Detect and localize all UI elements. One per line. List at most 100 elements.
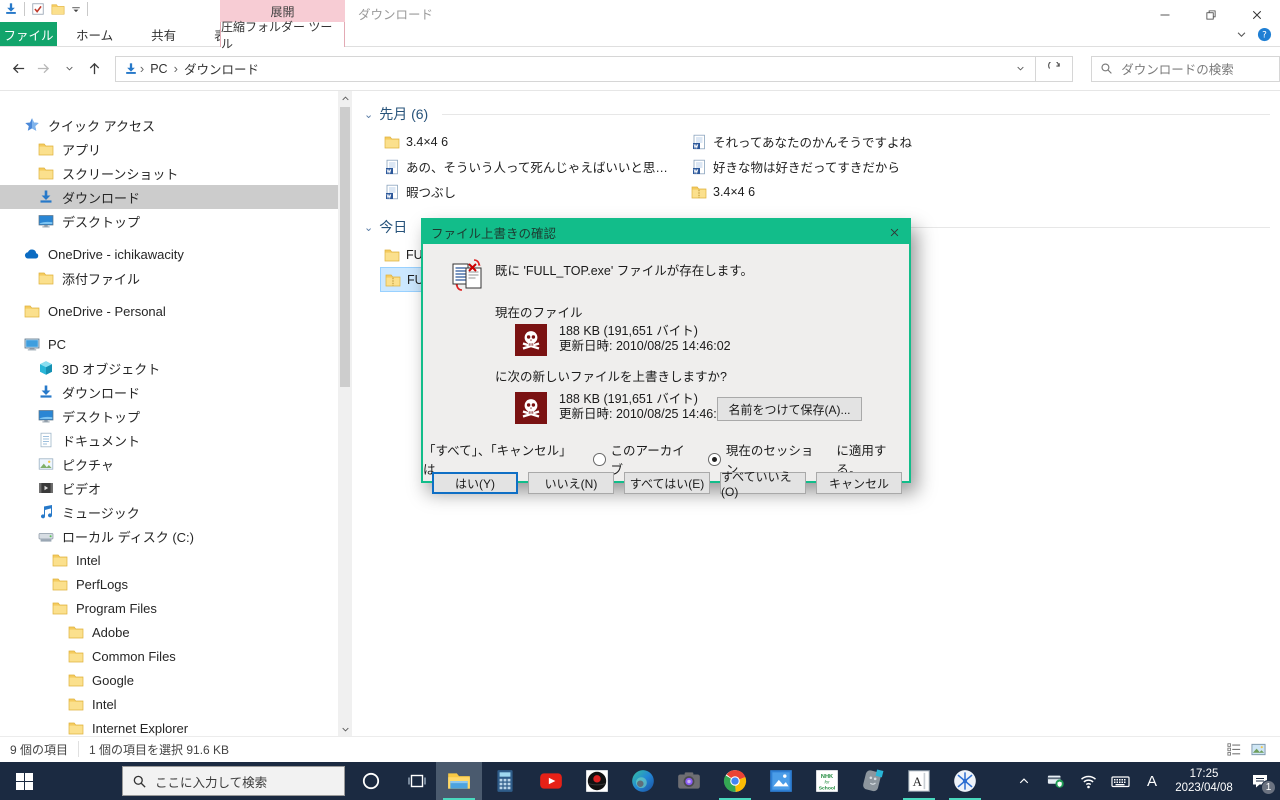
wifi-icon[interactable]: [1072, 762, 1104, 800]
taskbar-app-share[interactable]: [942, 762, 988, 800]
file-item[interactable]: 暇つぶし: [380, 179, 680, 204]
file-item[interactable]: 3.4×4 6: [380, 129, 680, 154]
tab-0[interactable]: ホーム: [57, 22, 132, 46]
dialog-button[interactable]: キャンセル: [816, 472, 902, 494]
tab-file[interactable]: ファイル: [0, 22, 57, 46]
taskbar-app-edge[interactable]: [620, 762, 666, 800]
sidebar-item[interactable]: Intel: [0, 692, 338, 716]
sidebar-item[interactable]: 添付ファイル: [0, 266, 338, 290]
sidebar-item[interactable]: ビデオ: [0, 476, 338, 500]
file-item[interactable]: 好きな物は好きだってすきだから: [687, 154, 987, 179]
sidebar-item[interactable]: スクリーンショット: [0, 161, 338, 185]
sidebar-item[interactable]: ドキュメント: [0, 428, 338, 452]
new-file-size: 188 KB (191,651 バイト): [559, 392, 731, 407]
sidebar-item[interactable]: PerfLogs: [0, 572, 338, 596]
cortana-button[interactable]: [348, 762, 394, 800]
address-bar[interactable]: › PC›ダウンロード: [115, 56, 1037, 82]
sidebar-item[interactable]: クイック アクセス: [0, 113, 338, 137]
titlebar: 展開 ダウンロード: [0, 0, 1280, 22]
taskbar-app-nhk[interactable]: NHKforSchool: [804, 762, 850, 800]
dialog-button[interactable]: すべてはい(E): [624, 472, 710, 494]
sidebar-item[interactable]: デスクトップ: [0, 404, 338, 428]
sidebar-scrollbar[interactable]: [338, 91, 352, 736]
taskbar-clock[interactable]: 17:25 2023/04/08: [1168, 767, 1240, 795]
sidebar-item[interactable]: ダウンロード: [0, 185, 338, 209]
taskbar-app-chrome[interactable]: [712, 762, 758, 800]
tray-overflow-chevron-icon[interactable]: [1008, 762, 1040, 800]
sidebar-item[interactable]: Intel: [0, 548, 338, 572]
taskbar-search-box[interactable]: ここに入力して検索: [122, 766, 345, 796]
sidebar-item[interactable]: ローカル ディスク (C:): [0, 524, 338, 548]
address-dropdown-icon[interactable]: [1016, 64, 1025, 73]
taskbar-app-clova[interactable]: [850, 762, 896, 800]
sidebar-item[interactable]: PC: [0, 332, 338, 356]
forward-button[interactable]: [31, 56, 56, 82]
ime-indicator[interactable]: A: [1136, 762, 1168, 800]
sidebar-item[interactable]: Adobe: [0, 620, 338, 644]
taskbar-app-camera[interactable]: [666, 762, 712, 800]
back-button[interactable]: [6, 56, 31, 82]
taskbar-app-sushi[interactable]: [574, 762, 620, 800]
clova-icon: [860, 768, 886, 794]
properties-icon[interactable]: [31, 2, 45, 16]
sidebar-item-label: 3D オブジェクト: [62, 359, 160, 378]
save-as-button[interactable]: 名前をつけて保存(A)...: [717, 397, 862, 421]
scroll-up-icon[interactable]: [338, 91, 352, 105]
sidebar-item[interactable]: ミュージック: [0, 500, 338, 524]
sidebar-item[interactable]: Common Files: [0, 644, 338, 668]
scrollbar-thumb[interactable]: [340, 107, 350, 387]
action-center-button[interactable]: 1: [1240, 762, 1280, 800]
sidebar-item[interactable]: ピクチャ: [0, 452, 338, 476]
breadcrumb-item[interactable]: ダウンロード: [180, 59, 263, 78]
minimize-icon: [1159, 9, 1171, 21]
up-button[interactable]: [82, 56, 107, 82]
taskbar-app-explorer[interactable]: [436, 762, 482, 800]
dialog-button[interactable]: すべていいえ(O): [720, 472, 806, 494]
tab-compressed-folder-tools[interactable]: 圧縮フォルダー ツール: [220, 22, 345, 47]
explorer-search-box[interactable]: ダウンロードの検索: [1091, 56, 1280, 82]
breadcrumb-item[interactable]: PC: [146, 62, 171, 76]
ribbon-collapse-icon[interactable]: [1236, 29, 1247, 40]
skull-icon: [519, 328, 543, 352]
new-folder-icon[interactable]: [51, 2, 65, 16]
status-bar: 9 個の項目 1 個の項目を選択 91.6 KB: [0, 736, 1280, 761]
sidebar-item[interactable]: ダウンロード: [0, 380, 338, 404]
taskbar-app-abook[interactable]: A: [896, 762, 942, 800]
file-group-header[interactable]: ⌄先月 (6): [364, 103, 1280, 125]
sidebar-item[interactable]: Google: [0, 668, 338, 692]
collapse-chevron-icon[interactable]: ⌄: [364, 108, 373, 121]
dialog-button[interactable]: いいえ(N): [528, 472, 614, 494]
file-item[interactable]: 3.4×4 6: [687, 179, 987, 204]
sidebar-item[interactable]: アプリ: [0, 137, 338, 161]
sidebar-item[interactable]: OneDrive - Personal: [0, 299, 338, 323]
group-divider: [442, 114, 1270, 115]
taskbar-app-photos[interactable]: [758, 762, 804, 800]
dialog-close-icon[interactable]: [879, 220, 909, 244]
zip-icon: [385, 272, 401, 288]
file-item[interactable]: それってあなたのかんそうですよね: [687, 129, 987, 154]
sidebar-item[interactable]: デスクトップ: [0, 209, 338, 233]
scroll-down-icon[interactable]: [338, 722, 352, 736]
caret-down-icon[interactable]: [71, 4, 81, 14]
file-item[interactable]: あの、そういう人って死んじゃえばいいと思うん...: [380, 154, 680, 179]
security-payment-icon[interactable]: [1040, 762, 1072, 800]
thumbnail-view-icon[interactable]: [1251, 742, 1266, 757]
skull-file-icon: [515, 392, 547, 424]
dialog-button[interactable]: はい(Y): [432, 472, 518, 494]
sidebar-item[interactable]: Program Files: [0, 596, 338, 620]
sidebar-item[interactable]: 3D オブジェクト: [0, 356, 338, 380]
touch-keyboard-icon[interactable]: [1104, 762, 1136, 800]
taskbar-app-youtube[interactable]: [528, 762, 574, 800]
collapse-chevron-icon[interactable]: ⌄: [364, 221, 373, 234]
details-view-icon[interactable]: [1227, 742, 1241, 756]
sidebar-item[interactable]: OneDrive - ichikawacity: [0, 242, 338, 266]
sidebar-item[interactable]: Internet Explorer: [0, 716, 338, 736]
task-view-button[interactable]: [394, 762, 440, 800]
taskbar-app-calculator[interactable]: [482, 762, 528, 800]
refresh-button[interactable]: [1036, 56, 1073, 82]
file-item-label: あの、そういう人って死んじゃえばいいと思うん...: [406, 157, 676, 176]
help-icon[interactable]: ?: [1257, 27, 1272, 42]
recent-locations-icon[interactable]: [56, 56, 81, 82]
start-button[interactable]: [0, 762, 48, 800]
tab-1[interactable]: 共有: [132, 22, 195, 46]
